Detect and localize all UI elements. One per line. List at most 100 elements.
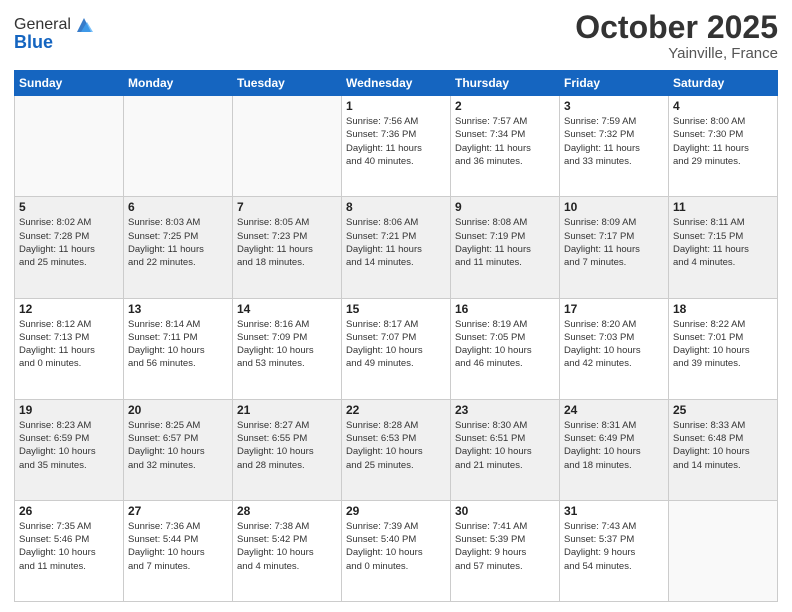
day-number: 17 xyxy=(564,302,664,316)
day-number: 11 xyxy=(673,200,773,214)
day-info: Sunrise: 8:28 AM Sunset: 6:53 PM Dayligh… xyxy=(346,419,446,472)
table-row: 10Sunrise: 8:09 AM Sunset: 7:17 PM Dayli… xyxy=(560,197,669,298)
day-info: Sunrise: 8:14 AM Sunset: 7:11 PM Dayligh… xyxy=(128,318,228,371)
day-number: 10 xyxy=(564,200,664,214)
col-wednesday: Wednesday xyxy=(342,71,451,96)
day-number: 9 xyxy=(455,200,555,214)
calendar-header-row: Sunday Monday Tuesday Wednesday Thursday… xyxy=(15,71,778,96)
table-row: 3 Sunrise: 7:59 AM Sunset: 7:32 PM Daylig… xyxy=(560,96,669,197)
table-row: 15 Sunrise: 8:17 AM Sunset: 7:07 PM Dayli… xyxy=(342,298,451,399)
day-info: Sunrise: 8:12 AM Sunset: 7:13 PM Dayligh… xyxy=(19,318,119,371)
day-number: 20 xyxy=(128,403,228,417)
day-number: 8 xyxy=(346,200,446,214)
day-info: Sunrise: 8:03 AM Sunset: 7:25 PM Dayligh… xyxy=(128,216,228,269)
day-info: Sunrise: 8:33 AM Sunset: 6:48 PM Dayligh… xyxy=(673,419,773,472)
day-info: Sunrise: 7:36 AM Sunset: 5:44 PM Dayligh… xyxy=(128,520,228,573)
day-number: 14 xyxy=(237,302,337,316)
logo-icon xyxy=(73,14,95,36)
day-info: Sunrise: 7:43 AM Sunset: 5:37 PM Dayligh… xyxy=(564,520,664,573)
table-row: 5Sunrise: 8:02 AM Sunset: 7:28 PM Daylig… xyxy=(15,197,124,298)
day-info: Sunrise: 7:41 AM Sunset: 5:39 PM Dayligh… xyxy=(455,520,555,573)
day-number: 12 xyxy=(19,302,119,316)
day-info: Sunrise: 8:19 AM Sunset: 7:05 PM Dayligh… xyxy=(455,318,555,371)
table-row: 29 Sunrise: 7:39 AM Sunset: 5:40 PM Dayli… xyxy=(342,500,451,601)
day-number: 4 xyxy=(673,99,773,113)
day-number: 6 xyxy=(128,200,228,214)
day-info: Sunrise: 7:59 AM Sunset: 7:32 PM Dayligh… xyxy=(564,115,664,168)
title-block: October 2025 Yainville, France xyxy=(575,10,778,62)
day-info: Sunrise: 7:35 AM Sunset: 5:46 PM Dayligh… xyxy=(19,520,119,573)
table-row: 8 Sunrise: 8:06 AM Sunset: 7:21 PM Daylig… xyxy=(342,197,451,298)
month-title: October 2025 xyxy=(575,10,778,45)
day-info: Sunrise: 8:22 AM Sunset: 7:01 PM Dayligh… xyxy=(673,318,773,371)
col-thursday: Thursday xyxy=(451,71,560,96)
col-saturday: Saturday xyxy=(669,71,778,96)
day-number: 31 xyxy=(564,504,664,518)
day-number: 2 xyxy=(455,99,555,113)
table-row: 18 Sunrise: 8:22 AM Sunset: 7:01 PM Dayli… xyxy=(669,298,778,399)
table-row: 6 Sunrise: 8:03 AM Sunset: 7:25 PM Daylig… xyxy=(124,197,233,298)
col-friday: Friday xyxy=(560,71,669,96)
table-row: 14 Sunrise: 8:16 AM Sunset: 7:09 PM Dayli… xyxy=(233,298,342,399)
table-row: 13 Sunrise: 8:14 AM Sunset: 7:11 PM Dayli… xyxy=(124,298,233,399)
day-info: Sunrise: 8:06 AM Sunset: 7:21 PM Dayligh… xyxy=(346,216,446,269)
table-row xyxy=(669,500,778,601)
calendar-week-row: 1 Sunrise: 7:56 AM Sunset: 7:36 PM Daylig… xyxy=(15,96,778,197)
day-number: 29 xyxy=(346,504,446,518)
page: General Blue October 2025 Yainville, Fra… xyxy=(0,0,792,612)
day-number: 28 xyxy=(237,504,337,518)
day-number: 24 xyxy=(564,403,664,417)
col-monday: Monday xyxy=(124,71,233,96)
table-row xyxy=(124,96,233,197)
day-info: Sunrise: 8:11 AM Sunset: 7:15 PM Dayligh… xyxy=(673,216,773,269)
day-info: Sunrise: 7:56 AM Sunset: 7:36 PM Dayligh… xyxy=(346,115,446,168)
table-row: 11 Sunrise: 8:11 AM Sunset: 7:15 PM Dayli… xyxy=(669,197,778,298)
calendar-week-row: 19 Sunrise: 8:23 AM Sunset: 6:59 PM Dayli… xyxy=(15,399,778,500)
table-row: 24Sunrise: 8:31 AM Sunset: 6:49 PM Dayli… xyxy=(560,399,669,500)
calendar-table: Sunday Monday Tuesday Wednesday Thursday… xyxy=(14,70,778,602)
day-info: Sunrise: 7:57 AM Sunset: 7:34 PM Dayligh… xyxy=(455,115,555,168)
table-row: 22Sunrise: 8:28 AM Sunset: 6:53 PM Dayli… xyxy=(342,399,451,500)
day-info: Sunrise: 8:27 AM Sunset: 6:55 PM Dayligh… xyxy=(237,419,337,472)
day-number: 27 xyxy=(128,504,228,518)
table-row xyxy=(233,96,342,197)
day-info: Sunrise: 8:02 AM Sunset: 7:28 PM Dayligh… xyxy=(19,216,119,269)
day-info: Sunrise: 8:23 AM Sunset: 6:59 PM Dayligh… xyxy=(19,419,119,472)
day-number: 30 xyxy=(455,504,555,518)
table-row xyxy=(15,96,124,197)
table-row: 19 Sunrise: 8:23 AM Sunset: 6:59 PM Dayli… xyxy=(15,399,124,500)
day-info: Sunrise: 7:38 AM Sunset: 5:42 PM Dayligh… xyxy=(237,520,337,573)
col-sunday: Sunday xyxy=(15,71,124,96)
day-number: 25 xyxy=(673,403,773,417)
logo: General Blue xyxy=(14,14,95,53)
day-number: 7 xyxy=(237,200,337,214)
table-row: 30 Sunrise: 7:41 AM Sunset: 5:39 PM Dayli… xyxy=(451,500,560,601)
day-info: Sunrise: 8:20 AM Sunset: 7:03 PM Dayligh… xyxy=(564,318,664,371)
day-info: Sunrise: 8:16 AM Sunset: 7:09 PM Dayligh… xyxy=(237,318,337,371)
table-row: 23Sunrise: 8:30 AM Sunset: 6:51 PM Dayli… xyxy=(451,399,560,500)
table-row: 31 Sunrise: 7:43 AM Sunset: 5:37 PM Dayli… xyxy=(560,500,669,601)
day-info: Sunrise: 8:00 AM Sunset: 7:30 PM Dayligh… xyxy=(673,115,773,168)
day-info: Sunrise: 8:25 AM Sunset: 6:57 PM Dayligh… xyxy=(128,419,228,472)
table-row: 17 Sunrise: 8:20 AM Sunset: 7:03 PM Dayli… xyxy=(560,298,669,399)
table-row: 1 Sunrise: 7:56 AM Sunset: 7:36 PM Daylig… xyxy=(342,96,451,197)
day-number: 18 xyxy=(673,302,773,316)
day-number: 19 xyxy=(19,403,119,417)
day-info: Sunrise: 8:05 AM Sunset: 7:23 PM Dayligh… xyxy=(237,216,337,269)
day-number: 15 xyxy=(346,302,446,316)
day-info: Sunrise: 8:17 AM Sunset: 7:07 PM Dayligh… xyxy=(346,318,446,371)
table-row: 7 Sunrise: 8:05 AM Sunset: 7:23 PM Daylig… xyxy=(233,197,342,298)
day-number: 16 xyxy=(455,302,555,316)
table-row: 26 Sunrise: 7:35 AM Sunset: 5:46 PM Dayli… xyxy=(15,500,124,601)
calendar-week-row: 12 Sunrise: 8:12 AM Sunset: 7:13 PM Dayli… xyxy=(15,298,778,399)
table-row: 27 Sunrise: 7:36 AM Sunset: 5:44 PM Dayli… xyxy=(124,500,233,601)
table-row: 2 Sunrise: 7:57 AM Sunset: 7:34 PM Daylig… xyxy=(451,96,560,197)
day-number: 13 xyxy=(128,302,228,316)
day-number: 21 xyxy=(237,403,337,417)
day-number: 3 xyxy=(564,99,664,113)
table-row: 12 Sunrise: 8:12 AM Sunset: 7:13 PM Dayli… xyxy=(15,298,124,399)
day-number: 1 xyxy=(346,99,446,113)
day-number: 26 xyxy=(19,504,119,518)
table-row: 20 Sunrise: 8:25 AM Sunset: 6:57 PM Dayli… xyxy=(124,399,233,500)
day-info: Sunrise: 7:39 AM Sunset: 5:40 PM Dayligh… xyxy=(346,520,446,573)
